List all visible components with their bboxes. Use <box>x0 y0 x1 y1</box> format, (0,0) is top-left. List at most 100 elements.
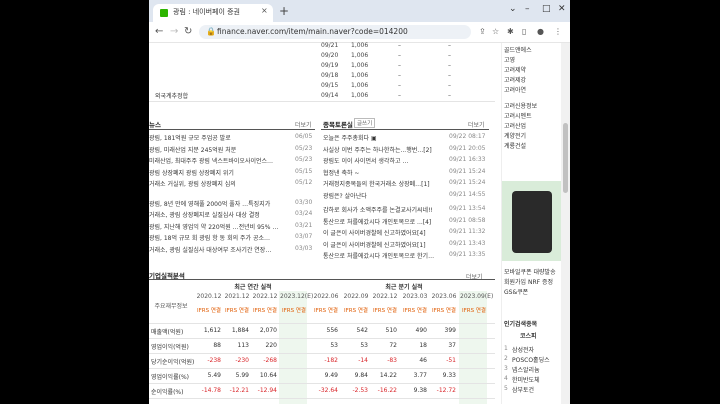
price-cell-price: 1,006 <box>351 72 369 79</box>
news-item-date: 05/23 <box>295 144 313 152</box>
news-item[interactable]: 광림, 미래산업 지분 245억원 처분 05/23 <box>149 145 315 155</box>
popular-stock-link[interactable]: POSCO홀딩스 <box>512 355 550 364</box>
price-row: 09/18 1,006 – – <box>321 71 471 81</box>
board-item-title[interactable]: 사실상 이번 주주는 하나한하는...행번…[2] <box>323 145 445 154</box>
sidebar-stock-link[interactable]: 고려시멘트 <box>504 111 532 120</box>
address-url[interactable]: finance.naver.com/item/main.naver?code=0… <box>217 27 408 36</box>
minimize-button[interactable]: – <box>525 4 530 14</box>
board-item-title[interactable]: 협정낸 축하 ~ <box>323 168 445 177</box>
close-window-button[interactable]: ✕ <box>558 4 566 14</box>
ad-text-2[interactable]: 회원가입 NRF 증정 <box>504 277 553 286</box>
news-item[interactable]: 광림, 지난해 영업익 약 220억원 …전년비 95% … 03/21 <box>149 222 315 232</box>
news-item-title[interactable]: 거래소, 광림 실질심사 대상여부 조사기간 연장… <box>149 245 289 254</box>
sidebar-stock-link[interactable]: 계룡건설 <box>504 141 526 150</box>
popular-stock-link[interactable]: 넵스알리늄 <box>512 365 540 374</box>
news-item[interactable]: 거래소 거실위, 광림 상장폐지 심의 05/12 <box>149 179 315 189</box>
write-post-button[interactable]: 글쓰기 <box>354 118 376 128</box>
popular-stock-link[interactable]: 삼부토건 <box>512 385 534 394</box>
sidebar-stock-link[interactable]: 계양전기 <box>504 131 526 140</box>
board-item-title[interactable]: 감하로 회사가 소액주주를 논결교사기씨네!! <box>323 205 445 214</box>
back-arrow-icon[interactable]: ← <box>155 26 163 37</box>
ad-text-3[interactable]: GS&쿠폰 <box>504 287 528 296</box>
news-more-link[interactable]: 더보기 <box>295 120 312 129</box>
period-header: 2023.09(E) <box>460 293 494 300</box>
board-item-title[interactable]: 이 글은이 사이버경찰에 신고하였어요[1] <box>323 240 445 249</box>
browser-window: 광림 : 네이버페이 증권 × + ⌄ – □ ✕ ← → ↻ 🔒 financ… <box>149 0 570 404</box>
news-item[interactable]: 미래산업, 최대주주 광림 넥스트바이오사이언스… 05/23 <box>149 156 315 166</box>
board-item-title[interactable]: 광림도 이이 사이먼서 생각하고 … <box>323 156 445 165</box>
sidebar-stock-link[interactable]: 고려제강 <box>504 75 526 84</box>
news-item[interactable]: 거래소, 광림 실질심사 대상여부 조사기간 연장… 03/03 <box>149 245 315 255</box>
board-item-title[interactable]: 광림은? 살아난다 <box>323 191 445 200</box>
period-header: 2023.03 <box>402 293 428 300</box>
popular-stock-link[interactable]: 한미반도체 <box>512 375 540 384</box>
popular-stock-link[interactable]: 삼성전자 <box>512 345 534 354</box>
news-item-title[interactable]: 광림, 181억원 규모 주업공 발로 <box>149 133 289 142</box>
board-item[interactable]: 통산으로 처를에갔시다 개인토목으로 한기… 09/21 13:35 <box>323 251 493 261</box>
board-item[interactable]: 이 글은이 사이버경찰에 신고하였어요[1] 09/21 13:43 <box>323 240 493 250</box>
board-item-date: 09/21 15:24 <box>449 179 486 186</box>
close-tab-icon[interactable]: × <box>261 6 268 15</box>
chevron-down-icon[interactable]: ⌄ <box>509 4 517 14</box>
financial-cell: 1,884 <box>231 327 249 334</box>
sidebar-stock-link[interactable]: 고려제약 <box>504 65 526 74</box>
profile-avatar-icon[interactable]: ● <box>537 27 544 36</box>
board-item-title[interactable]: 이 글은이 사이버경찰에 신고하였어요[4] <box>323 228 445 237</box>
advertisement-banner[interactable] <box>502 181 562 261</box>
board-item[interactable]: 광림은? 살아난다 09/21 14:55 <box>323 191 493 201</box>
sidebar-stock-link[interactable]: 고려아연 <box>504 85 526 94</box>
board-more-link[interactable]: 더보기 <box>468 120 485 129</box>
news-item-title[interactable]: 광림, 미래산업 지분 245억원 처분 <box>149 145 289 154</box>
news-item[interactable]: 광림, 8년 만에 영해풀 2000억 풀자 …특징지가 03/30 <box>149 199 315 209</box>
new-tab-button[interactable]: + <box>279 4 289 18</box>
board-item[interactable]: 거래정지종목들의 한국거래소 상장폐…[1] 09/21 15:24 <box>323 179 493 189</box>
quarter-header: 최근 분기 실적 <box>385 284 423 291</box>
news-item-title[interactable]: 광림, 지난해 영업익 약 220억원 …전년비 95% … <box>149 222 289 231</box>
news-item[interactable]: 광림 상장폐지 광림 상장폐지 위기 05/15 <box>149 168 315 178</box>
sidebar-stock-link[interactable]: 고려산업 <box>504 121 526 130</box>
news-item-title[interactable]: 광림, 8년 만에 영해풀 2000억 풀자 …특징지가 <box>149 199 289 208</box>
board-item[interactable]: 사실상 이번 주주는 하나한하는...행번…[2] 09/21 20:05 <box>323 145 493 155</box>
news-item-title[interactable]: 거래소 거실위, 광림 상장폐지 심의 <box>149 179 289 188</box>
board-item[interactable]: 통산으로 처를에갔시다 개인토목으로 ...[4] 09/21 08:58 <box>323 217 493 227</box>
news-item[interactable]: 광림, 18억 규모 회 광림 항 동 회의 주가 공소… 03/07 <box>149 233 315 243</box>
board-item-title[interactable]: 오늘은 주주총회다 ▣ <box>323 133 445 142</box>
sidebar-stock-link[interactable]: 고려신용정보 <box>504 101 537 110</box>
news-item-date: 06/05 <box>295 133 313 140</box>
news-item[interactable]: 거래소, 광림 상장폐지로 실질심사 대상 결정 03/24 <box>149 210 315 220</box>
sidepanel-icon[interactable]: ▯ <box>522 27 526 36</box>
board-item-title[interactable]: 통산으로 처를에갔시다 개인토목으로 한기… <box>323 251 445 260</box>
news-item-title[interactable]: 광림, 18억 규모 회 광림 항 동 회의 주가 공소… <box>149 233 289 242</box>
share-icon[interactable]: ⇪ <box>479 27 486 36</box>
news-item-title[interactable]: 광림 상장폐지 광림 상장폐지 위기 <box>149 168 289 177</box>
scrollbar-thumb[interactable] <box>563 123 568 193</box>
reload-icon[interactable]: ↻ <box>184 26 192 37</box>
menu-kebab-icon[interactable]: ⋮ <box>554 27 562 36</box>
lock-icon: 🔒 <box>206 27 216 36</box>
browser-tab[interactable]: 광림 : 네이버페이 증권 × <box>153 4 273 22</box>
price-cell-c1: – <box>398 42 401 49</box>
extension-icon[interactable]: ✱ <box>507 27 514 36</box>
board-item[interactable]: 감하로 회사가 소액주주를 논결교사기씨네!! 09/21 13:54 <box>323 205 493 215</box>
board-item-title[interactable]: 통산으로 처를에갔시다 개인토목으로 ...[4] <box>323 217 445 226</box>
address-bar[interactable]: 🔒 finance.naver.com/item/main.naver?code… <box>199 25 471 39</box>
scrollbar[interactable] <box>561 43 570 404</box>
ad-text-1[interactable]: 모바일쿠폰 대량발송 <box>504 267 556 276</box>
market-tab-kospi[interactable]: 코스피 <box>520 331 537 340</box>
board-item[interactable]: 광림도 이이 사이먼서 생각하고 … 09/21 16:33 <box>323 156 493 166</box>
board-item[interactable]: 협정낸 축하 ~ 09/21 15:24 <box>323 168 493 178</box>
news-item[interactable]: 광림, 181억원 규모 주업공 발로 06/05 <box>149 133 315 143</box>
news-item-title[interactable]: 거래소, 광림 상장폐지로 실질심사 대상 결정 <box>149 210 289 219</box>
sidebar-stock-link[interactable]: 골드앤에스 <box>504 45 532 54</box>
board-item-title[interactable]: 거래정지종목들의 한국거래소 상장폐…[1] <box>323 179 445 188</box>
financial-cell: -14 <box>358 357 368 364</box>
bookmark-star-icon[interactable]: ☆ <box>492 27 499 36</box>
news-item-title[interactable]: 미래산업, 최대주주 광림 넥스트바이오사이언스… <box>149 156 289 165</box>
board-item[interactable]: 이 글은이 사이버경찰에 신고하였어요[4] 09/21 11:32 <box>323 228 493 238</box>
board-item[interactable]: 오늘은 주주총회다 ▣ 09/22 08:17 <box>323 133 493 143</box>
sidebar-stock-link[interactable]: 고영 <box>504 55 515 64</box>
financial-row-label: 영업이익(억원) <box>151 344 189 351</box>
maximize-button[interactable]: □ <box>542 4 551 14</box>
forward-arrow-icon[interactable]: → <box>170 26 178 37</box>
popular-rank: 5 <box>504 385 508 392</box>
